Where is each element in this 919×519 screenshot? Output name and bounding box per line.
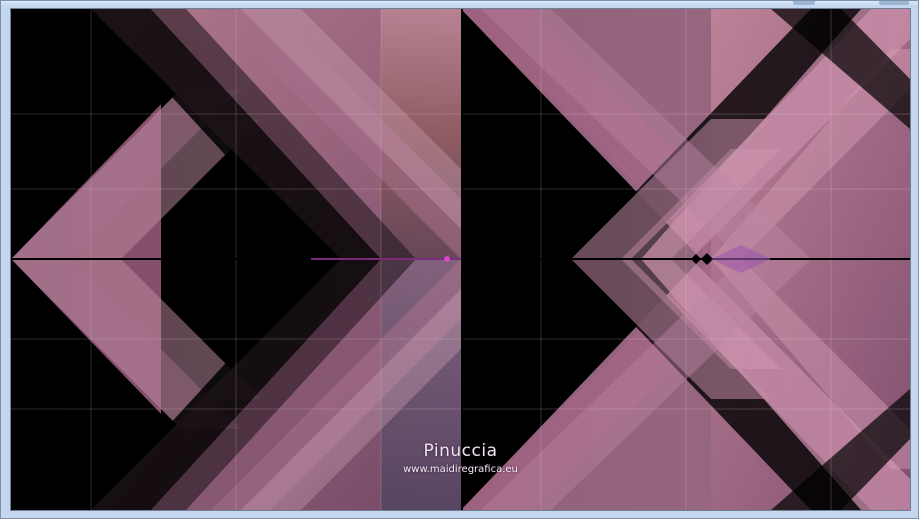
window-frame-top [1, 1, 918, 7]
watermark-name: Pinuccia [423, 441, 498, 461]
image-canvas: Pinuccia www.maidiregrafica.eu [10, 8, 911, 511]
kaleidoscope-artwork [11, 9, 910, 510]
watermark-url: www.maidiregrafica.eu [403, 464, 518, 475]
image-viewer-window: Pinuccia www.maidiregrafica.eu [0, 0, 919, 519]
window-edge-tab [793, 1, 815, 5]
window-edge-tab [879, 1, 909, 5]
